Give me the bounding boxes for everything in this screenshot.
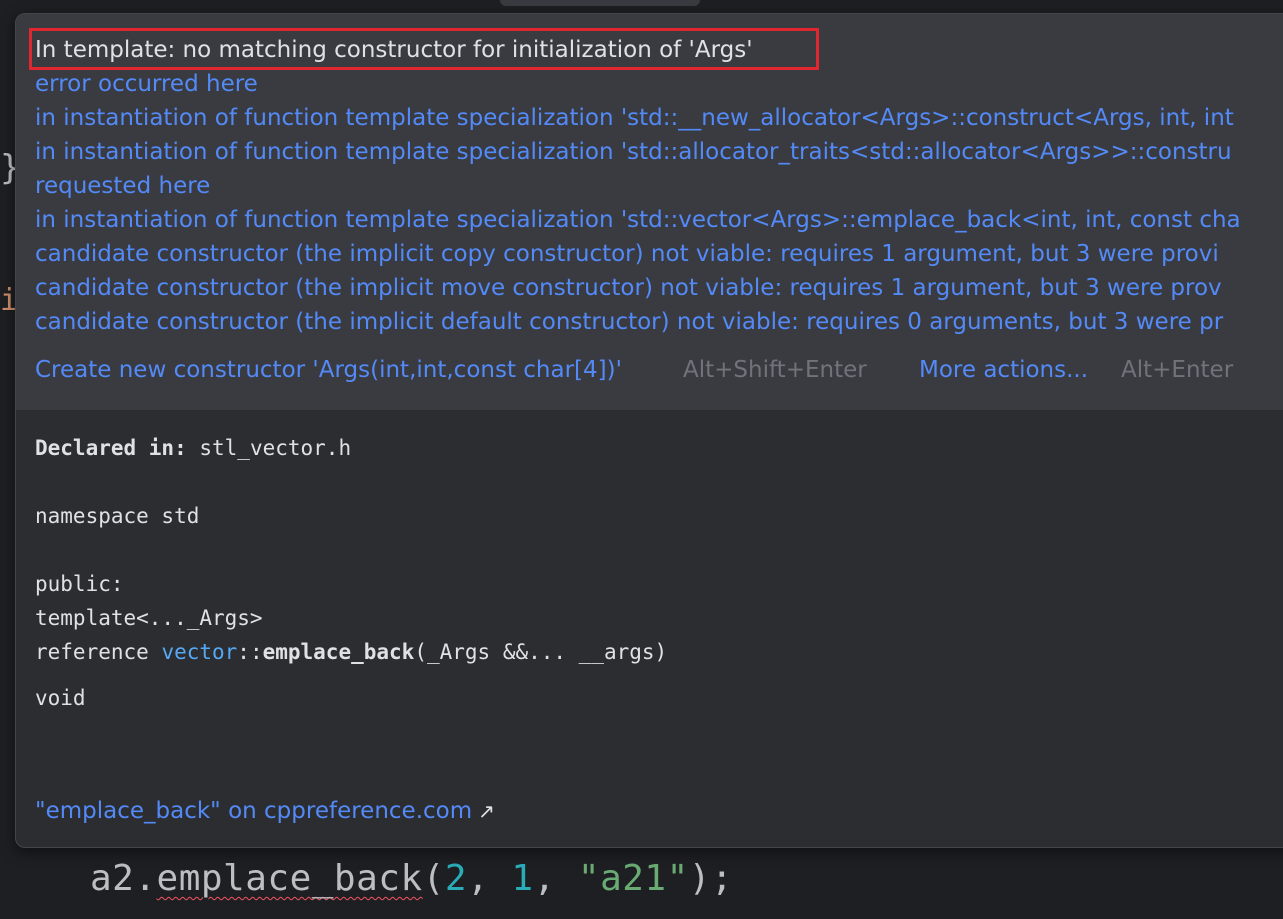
code-object: a2. (90, 858, 157, 899)
more-actions-shortcut: Alt+Enter (1121, 357, 1234, 383)
problems-section: In template: no matching constructor for… (16, 14, 1283, 410)
code-paren-open: ( (422, 858, 445, 899)
message-link[interactable]: requested here (35, 169, 210, 203)
more-actions-link[interactable]: More actions... (919, 353, 1088, 387)
sig-return: reference (35, 640, 162, 664)
code-line-emplace-back[interactable]: a2.emplace_back(2, 1, "a21"); (90, 858, 733, 899)
create-constructor-shortcut: Alt+Shift+Enter (683, 357, 867, 383)
declared-label: Declared in: (35, 436, 187, 460)
message-link[interactable]: error occurred here (35, 67, 258, 101)
editor-window: } i a2.emplace_back(2, 1, "a21"); In tem… (0, 0, 1283, 919)
declared-in-line: Declared in: stl_vector.h (35, 431, 351, 465)
sig-class-link[interactable]: vector (161, 640, 237, 664)
code-method-error[interactable]: emplace_back (157, 858, 423, 899)
namespace-line: namespace std (35, 504, 200, 528)
template-line: template<..._Args> (35, 606, 263, 630)
sig-method: emplace_back (262, 640, 415, 664)
message-link[interactable]: in instantiation of function template sp… (35, 135, 1232, 169)
signature-line: reference vector::emplace_back(_Args &&.… (35, 635, 667, 669)
code-sep-1: , (467, 858, 512, 899)
message-link[interactable]: in instantiation of function template sp… (35, 203, 1241, 237)
message-link[interactable]: candidate constructor (the implicit copy… (35, 237, 1219, 271)
editor-top-fragment (500, 0, 700, 6)
cppreference-link[interactable]: "emplace_back" on cppreference.com ↗ (35, 794, 495, 828)
declared-file: stl_vector.h (199, 436, 352, 460)
error-title: In template: no matching constructor for… (35, 37, 753, 63)
message-link[interactable]: candidate constructor (the implicit move… (35, 271, 1222, 305)
access-line: public: (35, 572, 124, 596)
code-sep-2: , (533, 858, 578, 899)
external-arrow-icon: ↗ (478, 799, 495, 823)
code-paren-close: ); (688, 858, 734, 899)
code-arg-3: "a21" (577, 858, 689, 899)
code-arg-2: 1 (511, 858, 534, 899)
sig-scope: :: (237, 640, 263, 664)
error-popup: In template: no matching constructor for… (15, 13, 1283, 848)
message-link[interactable]: in instantiation of function template sp… (35, 101, 1234, 135)
create-constructor-action[interactable]: Create new constructor 'Args(int,int,con… (35, 353, 622, 387)
return-type-line: void (35, 686, 86, 710)
sig-params: (_Args &&... __args) (414, 640, 668, 664)
cppreference-link-label[interactable]: "emplace_back" on cppreference.com (35, 798, 472, 824)
code-arg-1: 2 (444, 858, 467, 899)
message-link[interactable]: candidate constructor (the implicit defa… (35, 305, 1223, 339)
